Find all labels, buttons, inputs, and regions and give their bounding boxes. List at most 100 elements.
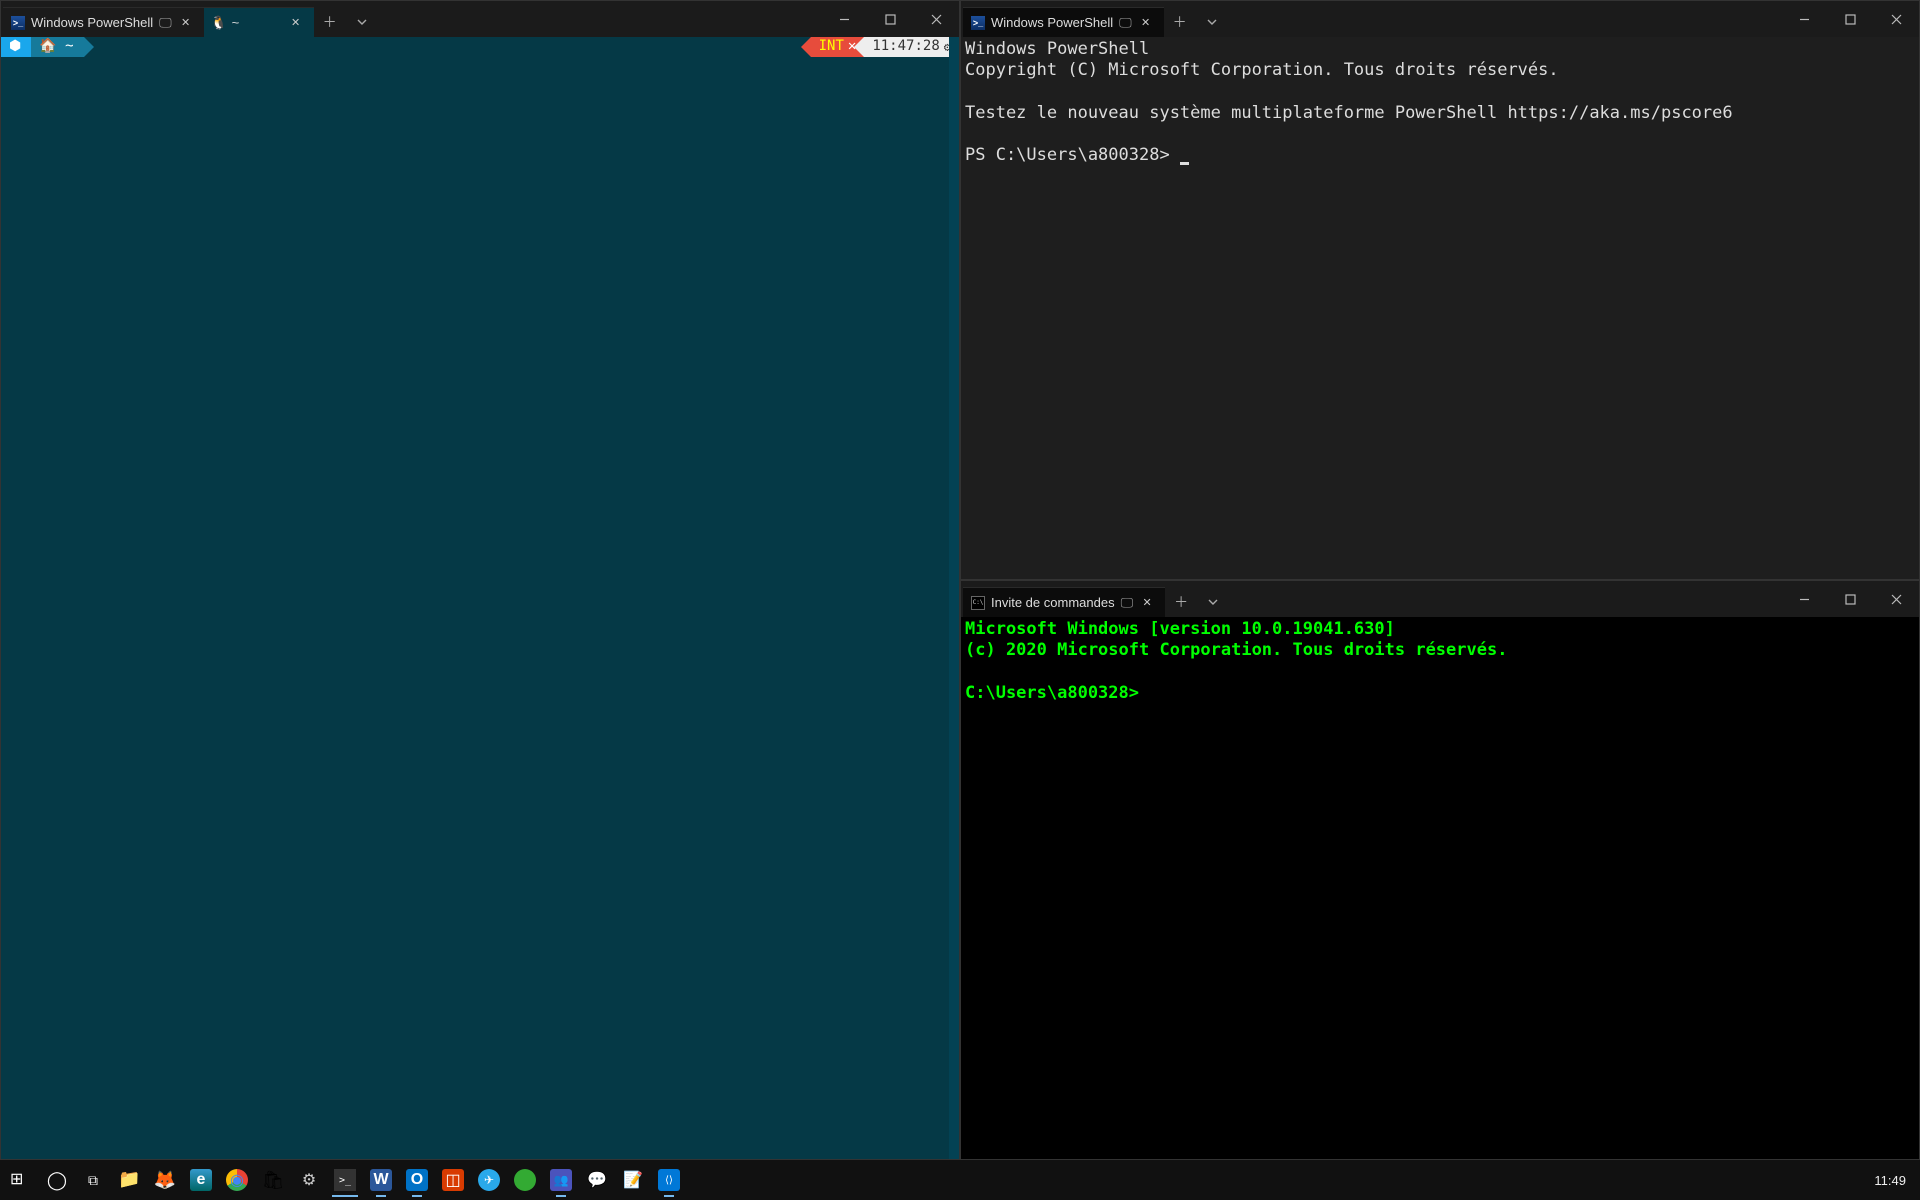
tab-dropdown-button[interactable] (1196, 7, 1228, 37)
gear-icon: ⚙ (302, 1170, 316, 1190)
office-icon: ◫ (442, 1169, 464, 1191)
minimize-button[interactable] (1781, 3, 1827, 35)
taskbar-terminal[interactable]: >_ (328, 1163, 362, 1197)
notepad-icon: 📝 (623, 1170, 643, 1190)
windows-icon: ⊞ (10, 1169, 32, 1191)
output-line: Copyright (C) Microsoft Corporation. Tou… (965, 60, 1559, 80)
status-segment-path: 🏠 ~ (31, 37, 83, 57)
search-icon: ◯ (47, 1170, 67, 1191)
taskbar-taskview[interactable]: ⧉ (76, 1163, 110, 1197)
taskbar-app-green[interactable] (508, 1163, 542, 1197)
titlebar[interactable]: C:\ Invite de commandes 🖵 ✕ ＋ (961, 581, 1919, 617)
taskview-icon: ⧉ (88, 1172, 98, 1189)
tab-title: ~ (232, 15, 240, 30)
tab-linux[interactable]: 🐧 ~ ✕ (204, 7, 314, 37)
window-controls (821, 3, 959, 35)
tab-close-icon[interactable]: ✕ (1138, 15, 1154, 31)
prompt: C:\Users\a800328> (965, 683, 1139, 703)
output-line: Windows PowerShell (965, 39, 1149, 59)
new-tab-button[interactable]: ＋ (314, 7, 346, 37)
outlook-icon: O (406, 1169, 428, 1191)
tab-title: Windows PowerShell (31, 15, 153, 30)
terminal-icon: >_ (334, 1169, 356, 1191)
tab-powershell[interactable]: >_ Windows PowerShell 🖵 ✕ (3, 7, 204, 37)
taskbar-edge[interactable]: e (184, 1163, 218, 1197)
firefox-icon: 🦊 (154, 1170, 176, 1191)
tab-cmd[interactable]: C:\ Invite de commandes 🖵 ✕ (963, 587, 1165, 617)
tab-powershell[interactable]: >_ Windows PowerShell 🖵 ✕ (963, 7, 1164, 37)
cursor (1180, 162, 1189, 165)
linux-icon: 🐧 (212, 16, 226, 30)
output-line: Testez le nouveau système multiplateform… (965, 103, 1733, 123)
mode-label: INT (819, 38, 844, 56)
maximize-button[interactable] (1827, 583, 1873, 615)
vscode-icon: ⟨⟩ (658, 1169, 680, 1191)
tab-dropdown-button[interactable] (1197, 587, 1229, 617)
monitor-icon: 🖵 (1119, 15, 1132, 31)
taskbar-search[interactable]: ◯ (40, 1163, 74, 1197)
monitor-icon: 🖵 (1121, 595, 1134, 611)
window-controls (1781, 3, 1919, 35)
store-icon: 🛍 (262, 1170, 285, 1191)
output-line: (c) 2020 Microsoft Corporation. Tous dro… (965, 640, 1507, 660)
tab-close-icon[interactable]: ✕ (288, 15, 304, 31)
taskbar-teams[interactable]: 👥 (544, 1163, 578, 1197)
chat-icon: 💬 (587, 1170, 607, 1190)
powershell-icon: >_ (971, 16, 985, 30)
chevron-down-icon (1208, 597, 1218, 607)
monitor-icon: 🖵 (159, 15, 172, 31)
tab-close-icon[interactable]: ✕ (178, 15, 194, 31)
chevron-down-icon (1207, 17, 1217, 27)
tab-title: Windows PowerShell (991, 15, 1113, 30)
scrollbar[interactable] (949, 37, 959, 1159)
taskbar-settings[interactable]: ⚙ (292, 1163, 326, 1197)
output-line: Microsoft Windows [version 10.0.19041.63… (965, 619, 1395, 639)
window-powershell-top: >_ Windows PowerShell 🖵 ✕ ＋ Windows Powe… (960, 0, 1920, 580)
chevron-down-icon (357, 17, 367, 27)
taskbar-office[interactable]: ◫ (436, 1163, 470, 1197)
status-path: 🏠 ~ (39, 38, 73, 56)
minimize-button[interactable] (1781, 583, 1827, 615)
taskbar-vscode[interactable]: ⟨⟩ (652, 1163, 686, 1197)
status-time: 11:47:28 (872, 38, 939, 56)
maximize-button[interactable] (1827, 3, 1873, 35)
close-button[interactable] (1873, 3, 1919, 35)
terminal-output[interactable]: Windows PowerShell Copyright (C) Microso… (961, 37, 1919, 579)
taskbar-notepad[interactable]: 📝 (616, 1163, 650, 1197)
tab-close-icon[interactable]: ✕ (1139, 595, 1155, 611)
taskbar-start[interactable]: ⊞ (4, 1163, 38, 1197)
titlebar[interactable]: >_ Windows PowerShell 🖵 ✕ ＋ (961, 1, 1919, 37)
folder-icon: 📁 (118, 1169, 140, 1191)
tab-title: Invite de commandes (991, 595, 1115, 610)
taskbar-explorer[interactable]: 📁 (112, 1163, 146, 1197)
terminal-output[interactable]: Microsoft Windows [version 10.0.19041.63… (961, 617, 1919, 1159)
taskbar-outlook[interactable]: O (400, 1163, 434, 1197)
chrome-icon: ◉ (226, 1169, 248, 1191)
status-clock: 11:47:28 ⚙ (864, 37, 959, 57)
close-button[interactable] (913, 3, 959, 35)
powershell-icon: >_ (11, 16, 25, 30)
window-controls (1781, 583, 1919, 615)
maximize-button[interactable] (867, 3, 913, 35)
telegram-icon: ✈ (478, 1169, 500, 1191)
taskbar-word[interactable]: W (364, 1163, 398, 1197)
status-segment-host: ⬢ (1, 37, 31, 57)
taskbar-firefox[interactable]: 🦊 (148, 1163, 182, 1197)
minimize-button[interactable] (821, 3, 867, 35)
taskbar-store[interactable]: 🛍 (256, 1163, 290, 1197)
titlebar[interactable]: >_ Windows PowerShell 🖵 ✕ 🐧 ~ ✕ ＋ (1, 1, 959, 37)
new-tab-button[interactable]: ＋ (1164, 7, 1196, 37)
terminal-output[interactable]: ⬢ 🏠 ~ INT ✕ 11:47:28 ⚙ (1, 37, 959, 1159)
taskbar: ⊞ ◯ ⧉ 📁 🦊 e ◉ 🛍 ⚙ >_ W O ◫ ✈ 👥 💬 📝 ⟨⟩ 11… (0, 1160, 1920, 1200)
cmd-icon: C:\ (971, 596, 985, 610)
new-tab-button[interactable]: ＋ (1165, 587, 1197, 617)
taskbar-chrome[interactable]: ◉ (220, 1163, 254, 1197)
prompt: PS C:\Users\a800328> (965, 145, 1180, 165)
taskbar-telegram[interactable]: ✈ (472, 1163, 506, 1197)
taskbar-chat[interactable]: 💬 (580, 1163, 614, 1197)
close-button[interactable] (1873, 583, 1919, 615)
window-cmd: C:\ Invite de commandes 🖵 ✕ ＋ Microsoft … (960, 580, 1920, 1160)
taskbar-clock[interactable]: 11:49 (1864, 1173, 1916, 1188)
tab-dropdown-button[interactable] (346, 7, 378, 37)
word-icon: W (370, 1169, 392, 1191)
